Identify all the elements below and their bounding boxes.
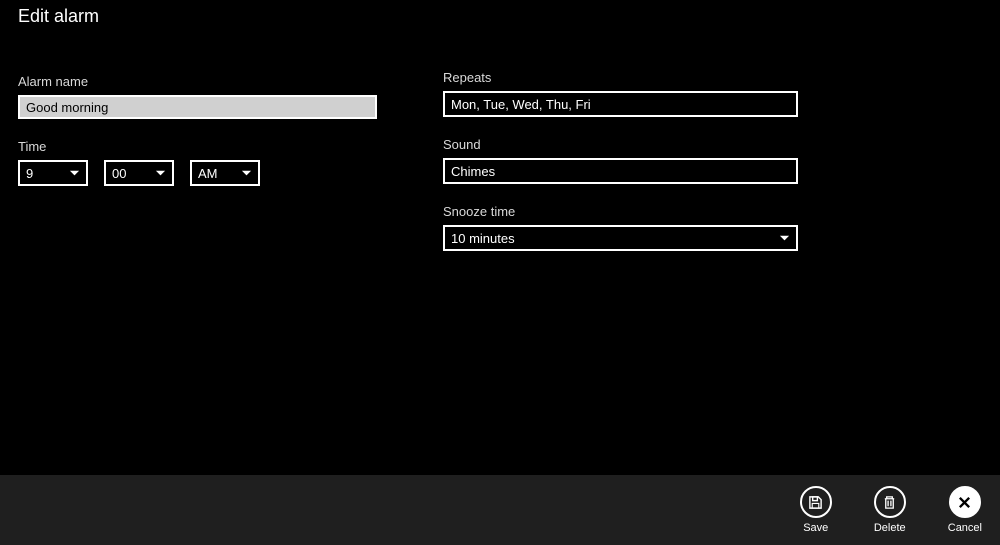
alarm-name-label: Alarm name: [18, 74, 443, 89]
repeats-group: Repeats Mon, Tue, Wed, Thu, Fri: [443, 70, 868, 117]
alarm-name-input[interactable]: [18, 95, 377, 119]
alarm-name-group: Alarm name: [18, 74, 443, 119]
time-row: 9 00 AM: [18, 160, 443, 186]
snooze-group: Snooze time 10 minutes: [443, 204, 868, 251]
hour-value: 9: [26, 166, 33, 181]
minute-value: 00: [112, 166, 126, 181]
save-icon: [808, 495, 823, 510]
page-title: Edit alarm: [18, 6, 99, 27]
left-column: Alarm name Time 9 00 AM: [18, 48, 443, 271]
cancel-button[interactable]: Cancel: [948, 486, 982, 534]
chevron-down-icon: [779, 233, 790, 244]
cancel-icon-circle: [949, 486, 981, 518]
right-column: Repeats Mon, Tue, Wed, Thu, Fri Sound Ch…: [443, 48, 868, 271]
repeats-value: Mon, Tue, Wed, Thu, Fri: [451, 97, 591, 112]
time-group: Time 9 00 AM: [18, 139, 443, 186]
title-bar: Edit alarm: [0, 0, 1000, 30]
save-button[interactable]: Save: [800, 486, 832, 534]
chevron-down-icon: [155, 168, 166, 179]
hour-select[interactable]: 9: [18, 160, 88, 186]
save-icon-circle: [800, 486, 832, 518]
delete-icon-circle: [874, 486, 906, 518]
trash-icon: [882, 495, 897, 510]
content-area: Alarm name Time 9 00 AM: [0, 30, 1000, 289]
time-label: Time: [18, 139, 443, 154]
ampm-value: AM: [198, 166, 218, 181]
delete-button[interactable]: Delete: [874, 486, 906, 534]
delete-label: Delete: [874, 522, 906, 534]
repeats-label: Repeats: [443, 70, 868, 85]
snooze-label: Snooze time: [443, 204, 868, 219]
snooze-select[interactable]: 10 minutes: [443, 225, 798, 251]
chevron-down-icon: [69, 168, 80, 179]
app-bar: Save Delete Cancel: [0, 475, 1000, 545]
cancel-label: Cancel: [948, 522, 982, 534]
ampm-select[interactable]: AM: [190, 160, 260, 186]
sound-label: Sound: [443, 137, 868, 152]
sound-group: Sound Chimes: [443, 137, 868, 184]
sound-select[interactable]: Chimes: [443, 158, 798, 184]
snooze-value: 10 minutes: [451, 231, 515, 246]
minute-select[interactable]: 00: [104, 160, 174, 186]
chevron-down-icon: [241, 168, 252, 179]
repeats-select[interactable]: Mon, Tue, Wed, Thu, Fri: [443, 91, 798, 117]
sound-value: Chimes: [451, 164, 495, 179]
save-label: Save: [803, 522, 828, 534]
close-icon: [957, 495, 972, 510]
